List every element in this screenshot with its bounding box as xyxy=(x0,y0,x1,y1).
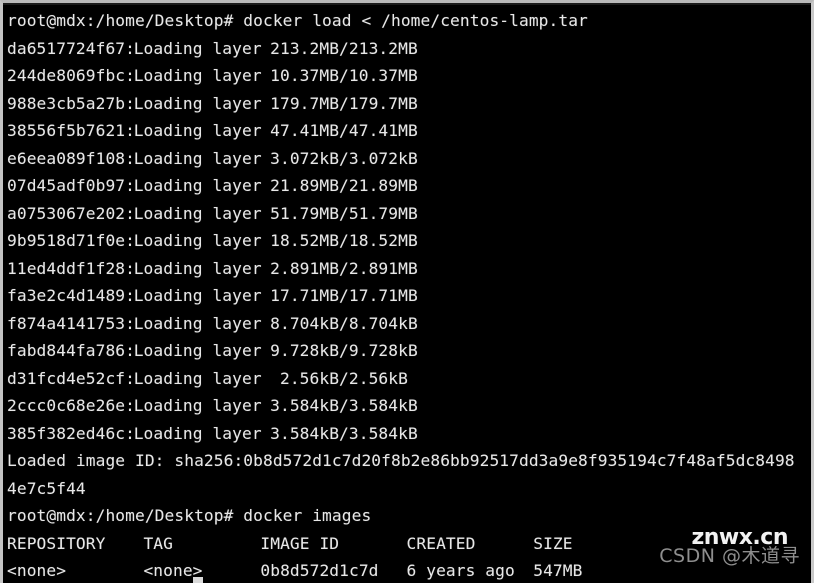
layer-id: 9b9518d71f0e: xyxy=(7,231,135,250)
layer-row: f874a4141753:Loading layer 8.704kB/8.704k… xyxy=(7,310,811,338)
layer-row: 2ccc0c68e26e:Loading layer 3.584kB/3.584k… xyxy=(7,392,811,420)
layer-row: 244de8069fbc:Loading layer 10.37MB/10.37M… xyxy=(7,62,811,90)
header-tag: TAG xyxy=(143,533,173,553)
layer-row: fa3e2c4d1489:Loading layer 17.71MB/17.71M… xyxy=(7,282,811,310)
terminal-window[interactable]: root@mdx:/home/Desktop# docker load < /h… xyxy=(0,0,814,583)
header-size: SIZE xyxy=(533,533,573,553)
layer-status: Loading layer xyxy=(133,203,262,223)
table-row: <none> <none> 0b8d572d1c7d 6 years ago 547MB xyxy=(7,557,811,583)
layer-id: 244de8069fbc: xyxy=(7,66,135,85)
layer-id: 07d45adf0b97: xyxy=(7,176,135,195)
layer-size: 3.584kB/3.584kB xyxy=(270,423,418,443)
layer-id: e6eea089f108: xyxy=(7,148,135,168)
layer-row: e6eea089f108:Loading layer 3.072kB/3.072k… xyxy=(7,145,811,173)
layer-id: 385f382ed46c: xyxy=(7,423,135,443)
layer-status: Loading layer xyxy=(133,148,262,168)
layer-status: Loading layer xyxy=(133,396,262,415)
layer-status: Loading layer xyxy=(133,93,262,113)
layer-size: 2.891MB/2.891MB xyxy=(270,258,418,278)
layer-row: da6517724f67:Loading layer 213.2MB/213.2M… xyxy=(7,35,811,63)
layer-id: 2ccc0c68e26e: xyxy=(7,396,135,415)
layer-id: d31fcd4e52cf: xyxy=(7,368,135,388)
layer-status: Loading layer xyxy=(133,341,262,360)
layer-row: d31fcd4e52cf:Loading layer 2.56kB/2.56kB xyxy=(7,365,811,393)
layer-row: a0753067e202:Loading layer 51.79MB/51.79M… xyxy=(7,200,811,228)
cell-created: 6 years ago xyxy=(406,561,515,580)
layer-id: fabd844fa786: xyxy=(7,341,135,360)
layer-status: Loading layer xyxy=(133,368,262,388)
layer-row: 385f382ed46c:Loading layer 3.584kB/3.584k… xyxy=(7,420,811,448)
header-image-id: IMAGE ID xyxy=(260,533,340,553)
layer-row: fabd844fa786:Loading layer 9.728kB/9.728k… xyxy=(7,337,811,365)
layer-id: a0753067e202: xyxy=(7,203,135,223)
layer-row: 988e3cb5a27b:Loading layer 179.7MB/179.7M… xyxy=(7,90,811,118)
layer-size: 10.37MB/10.37MB xyxy=(270,66,418,85)
layer-size: 9.728kB/9.728kB xyxy=(270,341,418,360)
layer-size: 18.52MB/18.52MB xyxy=(270,231,418,250)
text-cursor xyxy=(193,577,203,583)
images-table-header: REPOSITORY TAG IMAGE ID CREATED SIZE xyxy=(7,530,811,558)
layer-status: Loading layer xyxy=(133,38,262,58)
layer-row: 9b9518d71f0e:Loading layer 18.52MB/18.52M… xyxy=(7,227,811,255)
command-line-docker-load: root@mdx:/home/Desktop# docker load < /h… xyxy=(7,11,588,30)
layer-id: fa3e2c4d1489: xyxy=(7,286,135,305)
layer-row: 38556f5b7621:Loading layer 47.41MB/47.41M… xyxy=(7,117,811,145)
layer-size: 21.89MB/21.89MB xyxy=(270,176,418,195)
layer-status: Loading layer xyxy=(133,313,262,333)
header-repository: REPOSITORY xyxy=(7,533,106,553)
layer-size: 51.79MB/51.79MB xyxy=(270,203,418,223)
cell-image-id: 0b8d572d1c7d xyxy=(260,561,379,580)
layer-status: Loading layer xyxy=(133,66,262,85)
layer-size: 179.7MB/179.7MB xyxy=(270,93,418,113)
layer-size: 17.71MB/17.71MB xyxy=(270,286,418,305)
layer-size: 8.704kB/8.704kB xyxy=(270,313,418,333)
layer-size: 3.584kB/3.584kB xyxy=(270,396,418,415)
cell-repository: <none> xyxy=(7,561,67,580)
layer-id: 11ed4ddf1f28: xyxy=(7,258,135,278)
layer-status: Loading layer xyxy=(133,286,262,305)
layer-id: 38556f5b7621: xyxy=(7,121,135,140)
layer-row: 07d45adf0b97:Loading layer 21.89MB/21.89M… xyxy=(7,172,811,200)
loaded-image-id-line1: Loaded image ID: sha256:0b8d572d1c7d20f8… xyxy=(7,451,795,470)
layer-size: 47.41MB/47.41MB xyxy=(270,121,418,140)
layer-status: Loading layer xyxy=(133,423,262,443)
layer-row: 11ed4ddf1f28:Loading layer 2.891MB/2.891M… xyxy=(7,255,811,283)
terminal-screen[interactable]: root@mdx:/home/Desktop# docker load < /h… xyxy=(3,5,811,583)
layer-status: Loading layer xyxy=(133,176,262,195)
layer-id: 988e3cb5a27b: xyxy=(7,93,135,113)
layer-status: Loading layer xyxy=(133,231,262,250)
header-created: CREATED xyxy=(406,533,476,553)
layer-size: 2.56kB/2.56kB xyxy=(270,368,408,388)
cell-size: 547MB xyxy=(533,561,583,580)
layer-size: 3.072kB/3.072kB xyxy=(270,148,418,168)
loaded-image-id-line2: 4e7c5f44 xyxy=(7,478,86,498)
layer-status: Loading layer xyxy=(133,258,262,278)
layer-id: da6517724f67: xyxy=(7,38,135,58)
layer-status: Loading layer xyxy=(133,121,262,140)
command-line-docker-images: root@mdx:/home/Desktop# docker images xyxy=(7,506,372,525)
layer-id: f874a4141753: xyxy=(7,313,135,333)
layer-size: 213.2MB/213.2MB xyxy=(270,38,418,58)
